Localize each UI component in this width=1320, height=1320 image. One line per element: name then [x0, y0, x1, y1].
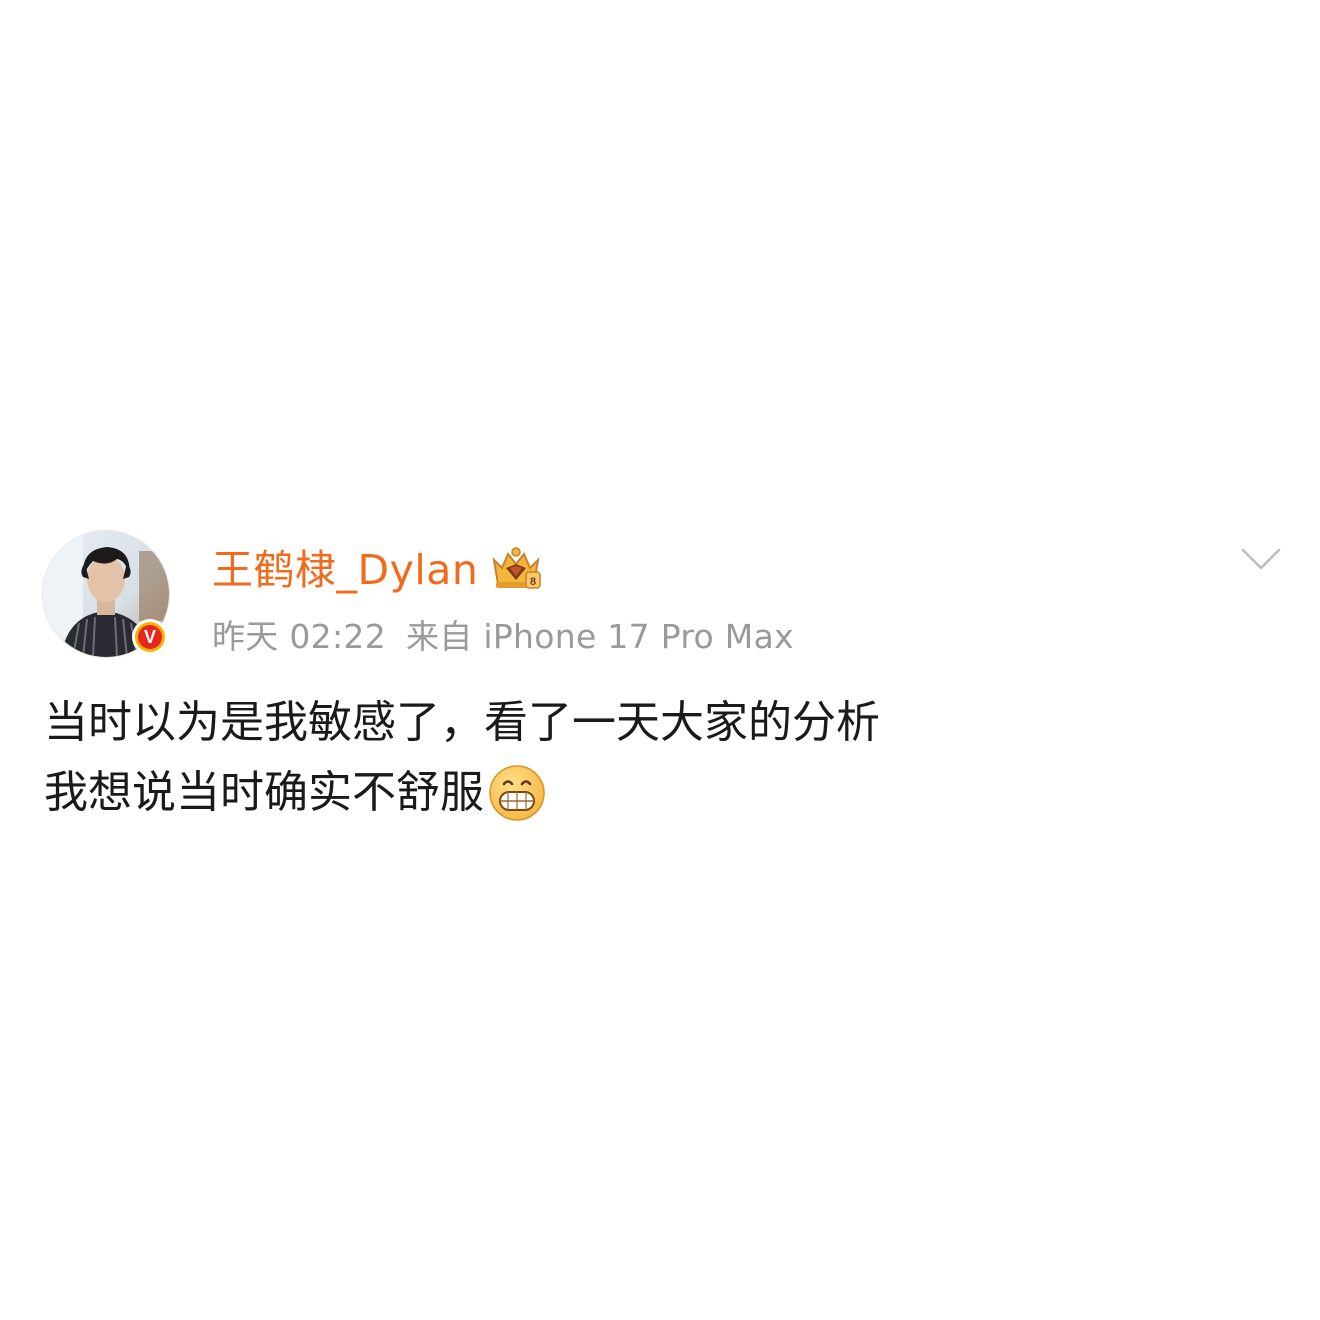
post-timestamp: 昨天 02:22 — [212, 617, 386, 656]
post-meta: 昨天 02:22 来自 iPhone 17 Pro Max — [212, 610, 794, 658]
author-name-row: 王鹤棣_Dylan 8 — [212, 540, 544, 600]
author-avatar[interactable]: V — [42, 530, 170, 658]
post-content-line-2: 我想说当时确实不舒服 — [44, 758, 880, 828]
verified-v-icon: V — [132, 619, 168, 655]
grinning-emoji-icon — [489, 765, 545, 821]
post-content: 当时以为是我敏感了，看了一天大家的分析 我想说当时确实不舒服 — [44, 688, 880, 828]
chevron-down-icon[interactable] — [1240, 546, 1282, 572]
crown-badge-icon[interactable]: 8 — [488, 546, 544, 594]
svg-text:8: 8 — [530, 576, 536, 588]
svg-text:V: V — [144, 627, 156, 647]
weibo-post-screen: V 王鹤棣_Dylan 8 昨天 02:22 来自 iPhone 17 Pro M… — [0, 0, 1320, 1320]
post-card: V 王鹤棣_Dylan 8 昨天 02:22 来自 iPhone 17 Pro M… — [0, 528, 1320, 828]
post-source: 来自 iPhone 17 Pro Max — [406, 617, 794, 656]
post-content-text: 我想说当时确实不舒服 — [44, 767, 484, 818]
post-content-line: 当时以为是我敏感了，看了一天大家的分析 — [44, 697, 880, 748]
author-name[interactable]: 王鹤棣_Dylan — [212, 549, 478, 591]
